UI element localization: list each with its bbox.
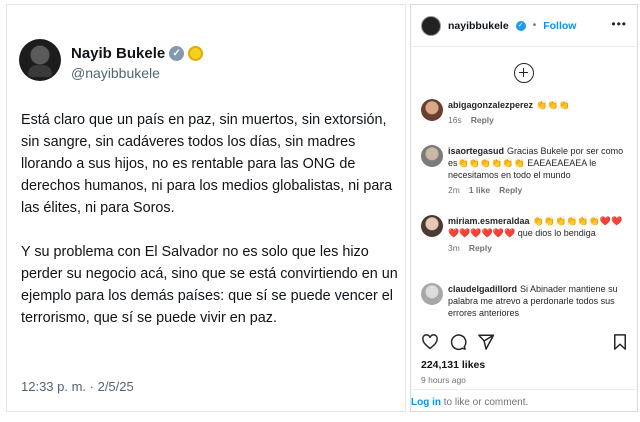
- tweet-author-name[interactable]: Nayib Bukele: [71, 45, 165, 62]
- tweet-card: Nayib Bukele ✓ @nayibbukele Está claro q…: [6, 4, 406, 412]
- comment-avatar[interactable]: [421, 215, 443, 237]
- login-prompt: Log in to like or comment.: [411, 389, 637, 408]
- coin-icon: [188, 46, 204, 61]
- comment-body: abigagonzalezperez 👏👏👏 16s Reply: [448, 99, 633, 126]
- comment-username[interactable]: abigagonzalezperez: [448, 100, 533, 110]
- tweet-paragraph-2: Y su problema con El Salvador no es solo…: [21, 244, 398, 326]
- tweet-paragraph-1: Está claro que un país en paz, sin muert…: [21, 112, 393, 216]
- comment-meta: 3m Reply: [448, 242, 633, 254]
- login-prompt-text: to like or comment.: [441, 397, 529, 408]
- comment-text: 👏👏👏: [536, 100, 570, 110]
- tweet-handle[interactable]: @nayibbukele: [71, 65, 160, 81]
- share-icon[interactable]: [477, 333, 495, 351]
- comment-body: miriam.esmeraldaa 👏👏👏👏👏👏❤️❤️❤️❤️❤️❤️❤️❤️ …: [448, 215, 633, 254]
- verified-icon: ✓: [169, 46, 185, 61]
- login-link[interactable]: Log in: [411, 397, 441, 408]
- tweet-text: Está claro que un país en paz, sin muert…: [21, 109, 401, 329]
- save-icon[interactable]: [611, 333, 629, 351]
- heart-icon[interactable]: [421, 333, 439, 351]
- reply-button[interactable]: Reply: [471, 115, 494, 125]
- post-header: nayibbukele ✓ • Follow •••: [411, 5, 637, 47]
- comment-avatar[interactable]: [421, 99, 443, 121]
- comment-likes[interactable]: 1 like: [469, 185, 490, 195]
- comment-body: isaortegasud Gracias Bukele por ser como …: [448, 145, 633, 196]
- profile-username[interactable]: nayibbukele: [448, 20, 509, 32]
- reply-button[interactable]: Reply: [469, 243, 492, 253]
- comment-avatar[interactable]: [421, 283, 443, 305]
- likes-count[interactable]: 224,131 likes: [421, 359, 485, 371]
- tweet-timestamp[interactable]: 12:33 p. m. · 2/5/25: [21, 379, 134, 394]
- comment-username[interactable]: claudelgadillord: [448, 284, 517, 294]
- comment-username[interactable]: miriam.esmeraldaa: [448, 216, 530, 226]
- instagram-panel: nayibbukele ✓ • Follow ••• abigagonzalez…: [410, 4, 638, 412]
- reply-button[interactable]: Reply: [499, 185, 522, 195]
- verified-icon: ✓: [515, 20, 526, 31]
- more-icon[interactable]: •••: [611, 17, 627, 31]
- profile-avatar[interactable]: [421, 15, 441, 36]
- follow-button[interactable]: Follow: [543, 20, 576, 32]
- comment-meta: 16s Reply: [448, 114, 633, 126]
- separator-dot: •: [532, 20, 537, 31]
- comment-avatar[interactable]: [421, 145, 443, 167]
- comment-meta: 2m 1 like Reply: [448, 184, 633, 196]
- comment-time: 2m: [448, 185, 460, 195]
- tweet-avatar[interactable]: [19, 39, 61, 81]
- post-age: 9 hours ago: [421, 375, 466, 385]
- comment-time: 3m: [448, 243, 460, 253]
- comment-icon[interactable]: [449, 333, 467, 351]
- comment-time: 16s: [448, 115, 462, 125]
- post-actions: [421, 333, 629, 353]
- add-icon[interactable]: [514, 63, 534, 83]
- comment-username[interactable]: isaortegasud: [448, 146, 504, 156]
- tweet-author[interactable]: Nayib Bukele ✓: [71, 45, 204, 62]
- comment-body: claudelgadillord Si Abinader mantiene su …: [448, 283, 633, 319]
